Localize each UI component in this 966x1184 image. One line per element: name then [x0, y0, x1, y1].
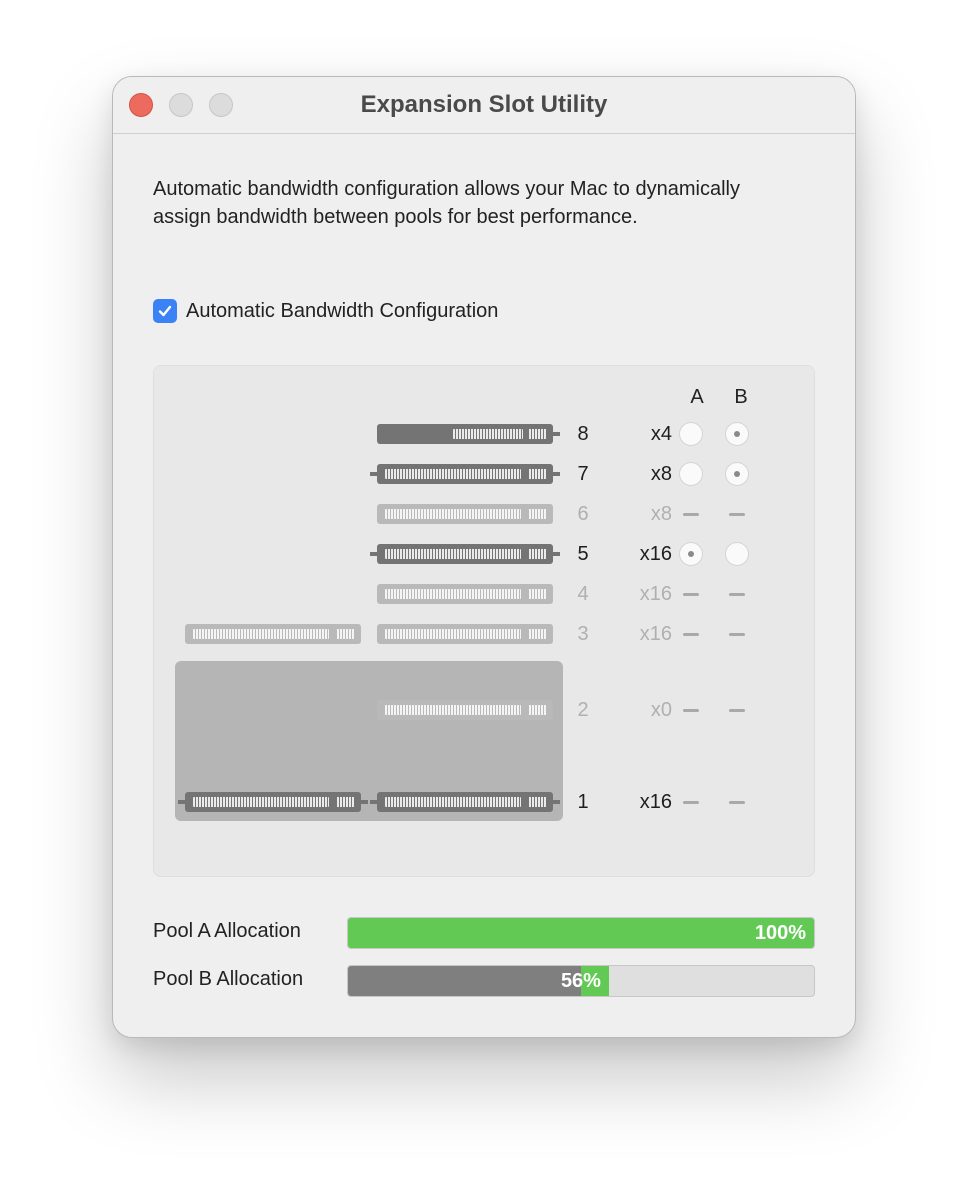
slot-lanes: x8: [650, 503, 672, 525]
pool-a-label: Pool A Allocation: [153, 920, 301, 942]
slot-number: 6: [577, 503, 589, 525]
pool-b-bar: 56%: [347, 965, 815, 997]
pool-b-unavailable-dash: [729, 801, 745, 804]
pool-b-radio[interactable]: [725, 462, 749, 486]
slot-row-6: 6 x8: [154, 504, 814, 524]
pool-b-unavailable-dash: [729, 593, 745, 596]
slot-number: 3: [577, 623, 589, 645]
pool-b-radio[interactable]: [725, 542, 749, 566]
slot-card: [377, 424, 560, 444]
slot-card: [377, 624, 553, 644]
slot-row-7: 7 x8: [154, 462, 814, 486]
slot-lanes: x16: [639, 623, 672, 645]
pool-a-unavailable-dash: [683, 801, 699, 804]
pool-b-unavailable-dash: [729, 513, 745, 516]
slot-number: 2: [577, 699, 589, 721]
pool-b-label: Pool B Allocation: [153, 968, 304, 990]
slot-number: 5: [577, 543, 589, 565]
slot-card: [370, 544, 560, 564]
slot-card: [377, 700, 553, 720]
pool-b-percent: 56%: [560, 970, 601, 992]
slot-lanes: x16: [639, 791, 672, 813]
auto-config-label[interactable]: Automatic Bandwidth Configuration: [186, 300, 498, 323]
slot-card: [370, 792, 560, 812]
slot-card-secondary: [178, 792, 368, 812]
checkmark-icon: [158, 305, 172, 317]
slot-number: 7: [577, 463, 589, 485]
pool-a-bar: 100%: [347, 917, 815, 949]
slot-row-8: 8 x4: [154, 422, 814, 446]
slot-panel: A B 8 x4 7 x8 6 x8 5 x16 4 x16 3 x16 2 x0 1 x16: [153, 365, 815, 877]
pool-b-unavailable-dash: [729, 709, 745, 712]
pool-a-unavailable-dash: [683, 709, 699, 712]
pool-a-percent: 100%: [754, 922, 806, 944]
pool-a-radio[interactable]: [679, 462, 703, 486]
slot-card-secondary: [185, 624, 361, 644]
pool-b-row: Pool B Allocation 56%: [153, 965, 815, 997]
slot-lanes: x4: [650, 423, 672, 445]
slot-lanes: x0: [650, 699, 672, 721]
slot-row-1: 1 x16: [154, 792, 814, 812]
slot-row-2: 2 x0: [154, 700, 814, 720]
title-bar: Expansion Slot Utility: [113, 77, 855, 134]
slot-row-5: 5 x16: [154, 542, 814, 566]
slot-lanes: x8: [650, 463, 672, 485]
auto-config-row: Automatic Bandwidth Configuration: [153, 299, 498, 323]
pool-a-unavailable-dash: [683, 633, 699, 636]
slot-row-3: 3 x16: [154, 624, 814, 644]
pool-b-fill-used: [348, 966, 581, 996]
pool-a-unavailable-dash: [683, 593, 699, 596]
slot-number: 4: [577, 583, 589, 605]
pool-a-fill: [348, 918, 814, 948]
column-b-header: B: [734, 386, 748, 408]
column-a-header: A: [690, 386, 704, 408]
slot-card: [377, 584, 553, 604]
pool-b-unavailable-dash: [729, 633, 745, 636]
description-text: Automatic bandwidth configuration allows…: [153, 178, 740, 228]
pool-b-radio[interactable]: [725, 422, 749, 446]
slot-number: 8: [577, 423, 589, 445]
pool-a-row: Pool A Allocation 100%: [153, 917, 815, 949]
slot-row-4: 4 x16: [154, 584, 814, 604]
pool-a-unavailable-dash: [683, 513, 699, 516]
pool-a-radio[interactable]: [679, 542, 703, 566]
auto-config-checkbox[interactable]: [153, 299, 177, 323]
pool-a-radio[interactable]: [679, 422, 703, 446]
slot-number: 1: [577, 791, 589, 813]
app-window: Expansion Slot Utility Automatic bandwid…: [112, 76, 856, 1038]
window-title: Expansion Slot Utility: [360, 91, 608, 118]
slot-lanes: x16: [639, 583, 672, 605]
slot-lanes: x16: [639, 543, 672, 565]
slot-card: [370, 464, 560, 484]
slot-card: [377, 504, 553, 524]
